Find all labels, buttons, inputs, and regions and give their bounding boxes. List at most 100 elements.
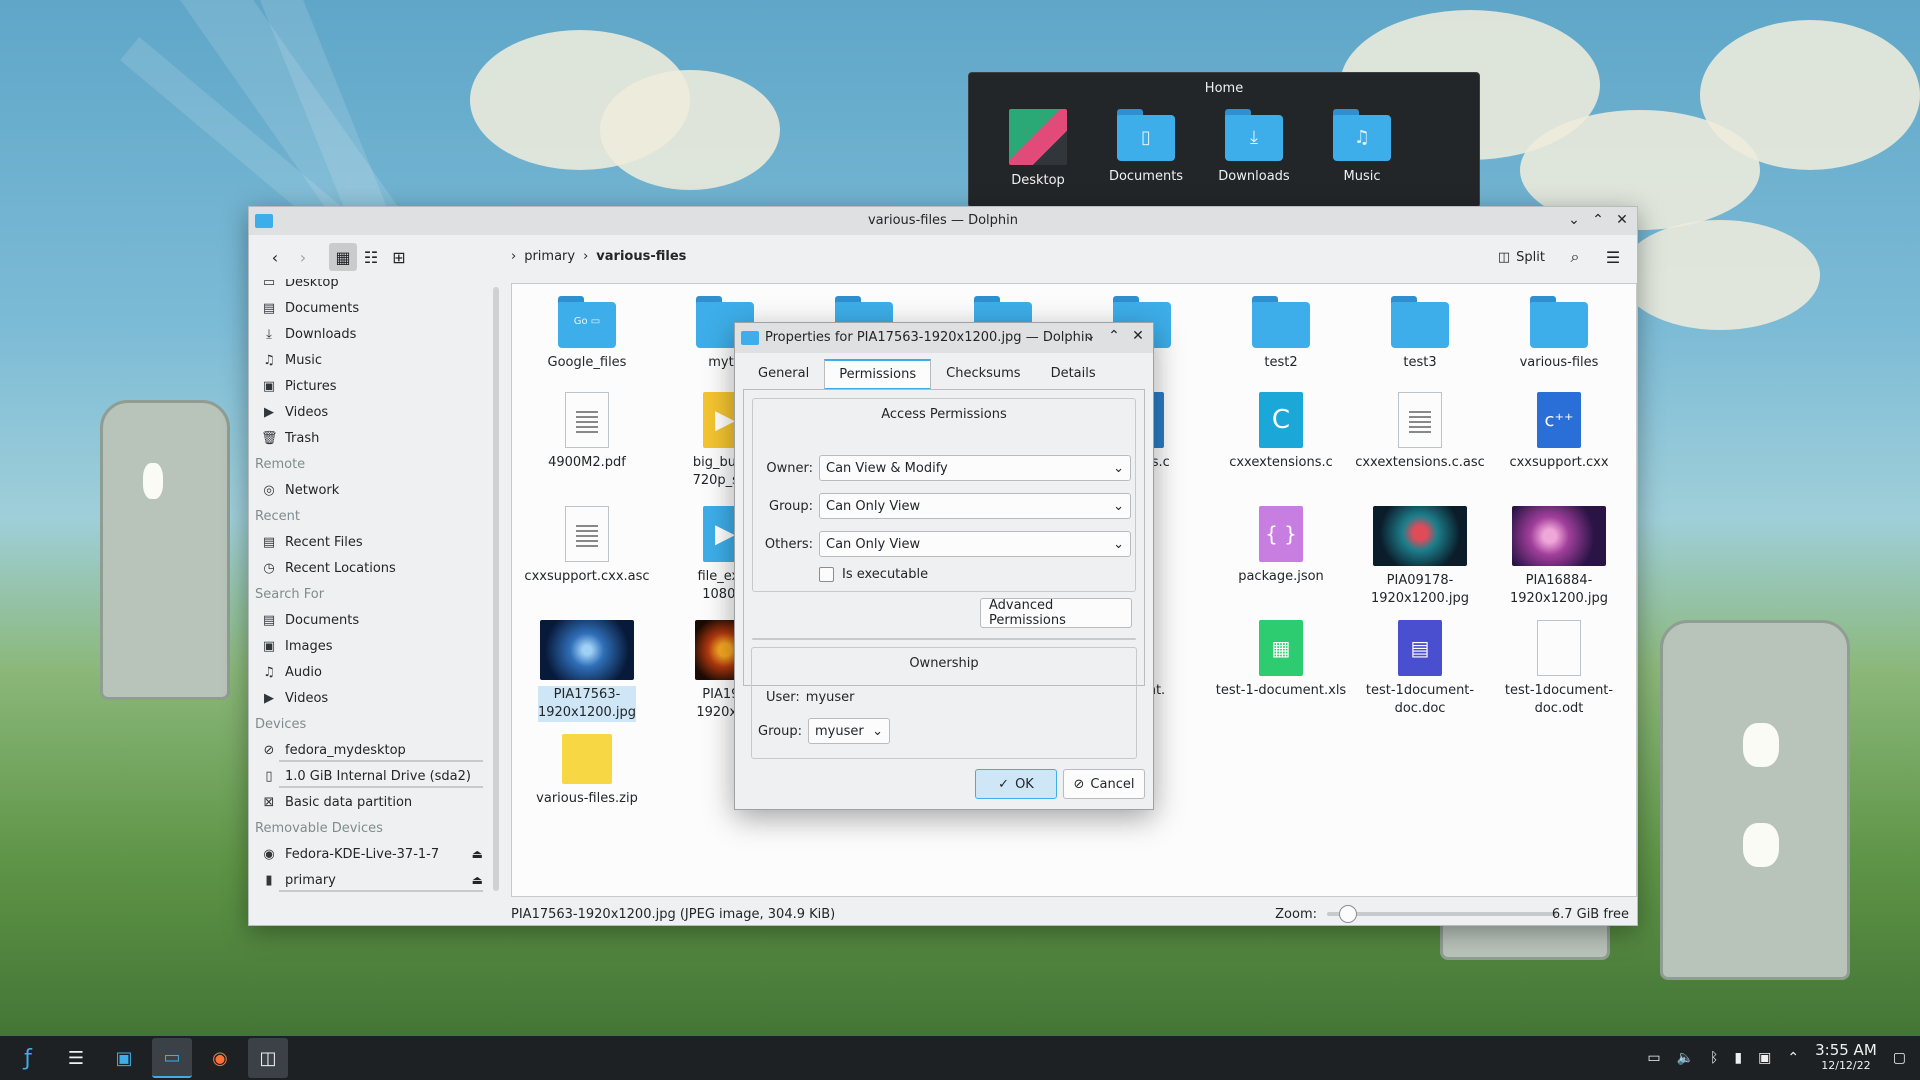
sidebar-item-search-documents[interactable]: ▤ Documents — [249, 607, 493, 633]
icons-view-button[interactable]: ▦ — [329, 243, 357, 271]
discover-icon[interactable]: ▣ — [104, 1038, 144, 1078]
popup-item-documents[interactable]: ▯ Documents — [1107, 109, 1185, 188]
breadcrumb: › primary › various-files — [511, 249, 686, 264]
zoom-slider[interactable] — [1327, 905, 1447, 923]
tab-permissions[interactable]: Permissions — [824, 359, 932, 390]
file-item[interactable]: 4900M2.pdf — [518, 392, 656, 472]
application-launcher-icon[interactable]: ƒ — [8, 1038, 48, 1078]
sidebar-item-pictures[interactable]: ▣ Pictures — [249, 373, 493, 399]
maximize-icon[interactable]: ⌃ — [1105, 327, 1123, 345]
chevron-up-icon[interactable]: ⌃ — [1787, 1050, 1799, 1066]
sidebar-item-basic-data-partition[interactable]: ⊠ Basic data partition — [249, 789, 493, 815]
breadcrumb-primary[interactable]: primary — [524, 249, 575, 264]
file-item[interactable]: PIA16884- 1920x1200.jpg — [1490, 506, 1628, 608]
popup-item-downloads[interactable]: ⤓ Downloads — [1215, 109, 1293, 188]
usb-icon[interactable]: ▮ — [1734, 1050, 1742, 1066]
details-view-button[interactable]: ⊞ — [385, 243, 413, 271]
display-icon[interactable]: ▭ — [1647, 1050, 1660, 1066]
file-item[interactable]: Go ▭ Google_files — [518, 296, 656, 372]
window-task-icon[interactable]: ◫ — [248, 1038, 288, 1078]
sidebar-heading-search: Search For — [255, 586, 325, 602]
sidebar-item-music[interactable]: ♫ Music — [249, 347, 493, 373]
sidebar-item-videos[interactable]: ▶ Videos — [249, 399, 493, 425]
tab-general[interactable]: General — [743, 359, 824, 390]
minimize-icon[interactable]: ⌄ — [1081, 327, 1099, 345]
compact-view-button[interactable]: ☷ — [357, 243, 385, 271]
file-item[interactable]: { } package.json — [1212, 506, 1350, 586]
sidebar-item-primary[interactable]: ▮ primary ⏏ — [249, 867, 493, 893]
advanced-permissions-button[interactable]: Advanced Permissions — [980, 598, 1132, 628]
pager-icon[interactable]: ☰ — [56, 1038, 96, 1078]
sidebar-item-search-images[interactable]: ▣ Images — [249, 633, 493, 659]
sidebar-item-network[interactable]: ◎ Network — [249, 477, 493, 503]
executable-checkbox[interactable] — [819, 567, 834, 582]
tab-checksums[interactable]: Checksums — [931, 359, 1035, 390]
sidebar-label: Pictures — [285, 378, 337, 394]
file-item[interactable]: cxxextensions.c.asc — [1351, 392, 1489, 472]
sidebar-label: Audio — [285, 664, 322, 680]
show-desktop-icon[interactable]: ▢ — [1893, 1050, 1906, 1066]
search-icon[interactable]: ⌕ — [1561, 243, 1589, 271]
popup-item-music[interactable]: ♫ Music — [1323, 109, 1401, 188]
eject-icon[interactable]: ⏏ — [472, 873, 483, 887]
file-item[interactable]: c⁺⁺ cxxsupport.cxx — [1490, 392, 1628, 472]
others-permission-select[interactable]: Can Only View ⌄ — [819, 531, 1131, 557]
network-icon[interactable]: ▣ — [1758, 1050, 1771, 1066]
file-item[interactable]: various-files — [1490, 296, 1628, 372]
breadcrumb-current[interactable]: various-files — [596, 249, 686, 264]
file-item[interactable]: ▤ test-1document- doc.doc — [1351, 620, 1489, 718]
close-icon[interactable]: ✕ — [1613, 211, 1631, 229]
minimize-icon[interactable]: ⌄ — [1565, 211, 1583, 229]
bluetooth-icon[interactable]: ᛒ — [1710, 1050, 1718, 1066]
tab-details[interactable]: Details — [1036, 359, 1111, 390]
file-item-selected[interactable]: PIA17563- 1920x1200.jpg — [518, 620, 656, 722]
close-icon[interactable]: ✕ — [1129, 327, 1147, 345]
hamburger-menu-icon[interactable]: ☰ — [1599, 243, 1627, 271]
sidebar-item-search-videos[interactable]: ▶ Videos — [249, 685, 493, 711]
popup-item-label: Documents — [1108, 169, 1184, 184]
file-item[interactable]: test2 — [1212, 296, 1350, 372]
sidebar-item-search-audio[interactable]: ♫ Audio — [249, 659, 493, 685]
file-item[interactable]: ▦ test-1-document.xls — [1212, 620, 1350, 700]
ok-button[interactable]: ✓ OK — [975, 769, 1057, 799]
sidebar-item-downloads[interactable]: ⤓ Downloads — [249, 321, 493, 347]
sidebar-item-documents[interactable]: ▤ Documents — [249, 295, 493, 321]
sidebar-heading-devices: Devices — [255, 716, 307, 732]
zoom-slider-handle[interactable] — [1339, 905, 1357, 923]
firefox-icon[interactable]: ◉ — [200, 1038, 240, 1078]
cancel-button[interactable]: ⊘ Cancel — [1063, 769, 1145, 799]
split-button[interactable]: ◫ Split — [1492, 246, 1551, 269]
owner-permission-select[interactable]: Can View & Modify ⌄ — [819, 455, 1131, 481]
sidebar-item-recent-files[interactable]: ▤ Recent Files — [249, 529, 493, 555]
dolphin-titlebar[interactable]: various-files — Dolphin ⌄ ⌃ ✕ — [249, 207, 1637, 235]
back-button[interactable]: ‹ — [261, 243, 289, 271]
popup-title: Home — [1204, 81, 1244, 96]
file-item[interactable]: test3 — [1351, 296, 1489, 372]
maximize-icon[interactable]: ⌃ — [1589, 211, 1607, 229]
file-item[interactable]: test-1document- doc.odt — [1490, 620, 1628, 718]
popup-item-desktop[interactable]: Desktop — [999, 109, 1077, 188]
owner-permission-value: Can View & Modify — [826, 460, 948, 476]
file-item[interactable]: PIA09178- 1920x1200.jpg — [1351, 506, 1489, 608]
sidebar-item-internal-drive[interactable]: ▯ 1.0 GiB Internal Drive (sda2) — [249, 763, 493, 789]
file-name: package.json — [1238, 569, 1324, 584]
group-owner-select[interactable]: myuser ⌄ — [807, 718, 890, 744]
sidebar-scrollbar[interactable] — [493, 287, 499, 891]
group-permission-select[interactable]: Can Only View ⌄ — [819, 493, 1131, 519]
sidebar-heading-removable: Removable Devices — [255, 820, 383, 836]
forward-button[interactable]: › — [289, 243, 317, 271]
sidebar-item-desktop[interactable]: ▭ Desktop — [249, 279, 493, 295]
sidebar-item-fedora-mydesktop[interactable]: ⊘ fedora_mydesktop — [249, 737, 493, 763]
sidebar-item-fedora-live[interactable]: ◉ Fedora-KDE-Live-37-1-7 ⏏ — [249, 841, 493, 867]
file-item[interactable]: various-files.zip — [518, 734, 656, 808]
sidebar-item-trash[interactable]: 🗑 Trash — [249, 425, 493, 451]
file-item[interactable]: C cxxextensions.c — [1212, 392, 1350, 472]
dolphin-task-icon[interactable]: ▭ — [152, 1038, 192, 1078]
volume-icon[interactable]: 🔈 — [1677, 1050, 1694, 1066]
eject-icon[interactable]: ⏏ — [472, 847, 483, 861]
documents-icon: ▤ — [262, 612, 276, 628]
file-item[interactable]: cxxsupport.cxx.asc — [518, 506, 656, 586]
sidebar-item-recent-locations[interactable]: ◷ Recent Locations — [249, 555, 493, 581]
clock[interactable]: 3:55 AM 12/12/22 — [1815, 1042, 1877, 1074]
dialog-titlebar[interactable]: Properties for PIA17563-1920x1200.jpg — … — [735, 323, 1153, 353]
